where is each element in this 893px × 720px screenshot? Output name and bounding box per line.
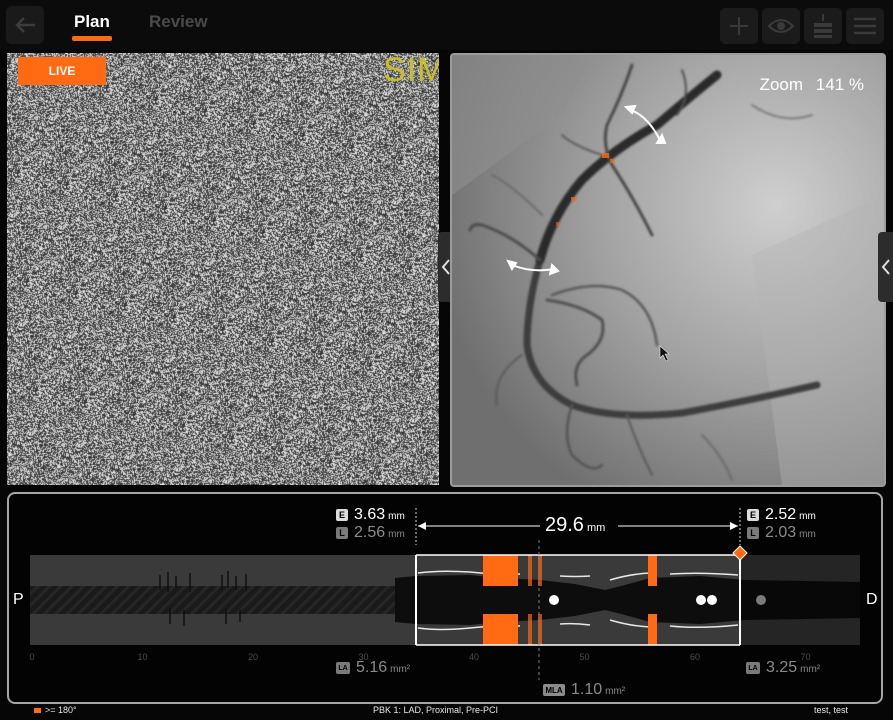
distal-lumen-area: LA 3.25 mm²	[746, 659, 820, 677]
unit-label: mm	[586, 522, 606, 534]
unit-label: mm	[388, 511, 405, 522]
minimum-lumen-area: MLA 1.10 mm²	[543, 681, 625, 699]
proximal-lumen-value: 2.56	[354, 524, 386, 541]
lumen-profile: 0 10 20 30 40 50 60 70	[29, 508, 860, 680]
lumen-area-badge: LA	[336, 662, 350, 674]
unit-label: mm²	[390, 664, 411, 675]
catheter-region	[30, 586, 395, 614]
proximal-label: P	[13, 591, 24, 608]
proximal-eem-diameter: E 3.63 mm	[336, 506, 405, 524]
unit-label: mm²	[800, 664, 821, 675]
scale-tick-label: 50	[579, 652, 589, 662]
proximal-lumen-diameter: L 2.56 mm	[336, 524, 405, 542]
status-indicator-icon	[34, 707, 41, 713]
branch-marker	[756, 595, 766, 605]
distal-lumen-value: 2.03	[765, 524, 797, 541]
distal-eem-diameter: E 2.52 mm	[747, 506, 816, 524]
branch-marker	[707, 595, 717, 605]
mla-badge: MLA	[543, 684, 565, 696]
scale-tick-label: 20	[248, 652, 258, 662]
unit-label: mm	[799, 511, 816, 522]
scale-tick-label: 60	[690, 652, 700, 662]
distal-label: D	[866, 591, 878, 608]
scale-tick-label: 40	[469, 652, 479, 662]
scale-tick-label: 0	[29, 652, 34, 662]
distal-area-value: 3.25	[766, 659, 798, 676]
branch-marker	[549, 595, 559, 605]
unit-label: mm	[799, 529, 816, 540]
lumen-badge: L	[336, 527, 348, 539]
proximal-area-value: 5.16	[356, 659, 388, 676]
lumen-area-badge: LA	[746, 662, 760, 674]
segment-length-value: 29.6	[545, 514, 584, 536]
proximal-lumen-area: LA 5.16 mm²	[336, 659, 410, 677]
eem-badge: E	[336, 509, 348, 521]
segment-length: 29.6 mm	[545, 514, 605, 537]
distal-eem-value: 2.52	[765, 506, 797, 523]
unit-label: mm²	[605, 686, 626, 697]
branch-marker	[696, 595, 706, 605]
pullback-info: PBK 1: LAD, Proximal, Pre-PCI	[373, 705, 499, 715]
rotation-status: >= 180°	[34, 705, 77, 715]
unit-label: mm	[388, 529, 405, 540]
patient-info: test, test	[814, 705, 849, 715]
eem-badge: E	[747, 509, 759, 521]
lumen-badge: L	[747, 527, 759, 539]
rotation-status-text: >= 180°	[45, 705, 77, 715]
mla-value: 1.10	[571, 681, 603, 698]
distal-lumen-diameter: L 2.03 mm	[747, 524, 816, 542]
scale-tick-label: 10	[137, 652, 147, 662]
proximal-eem-value: 3.63	[354, 506, 386, 523]
